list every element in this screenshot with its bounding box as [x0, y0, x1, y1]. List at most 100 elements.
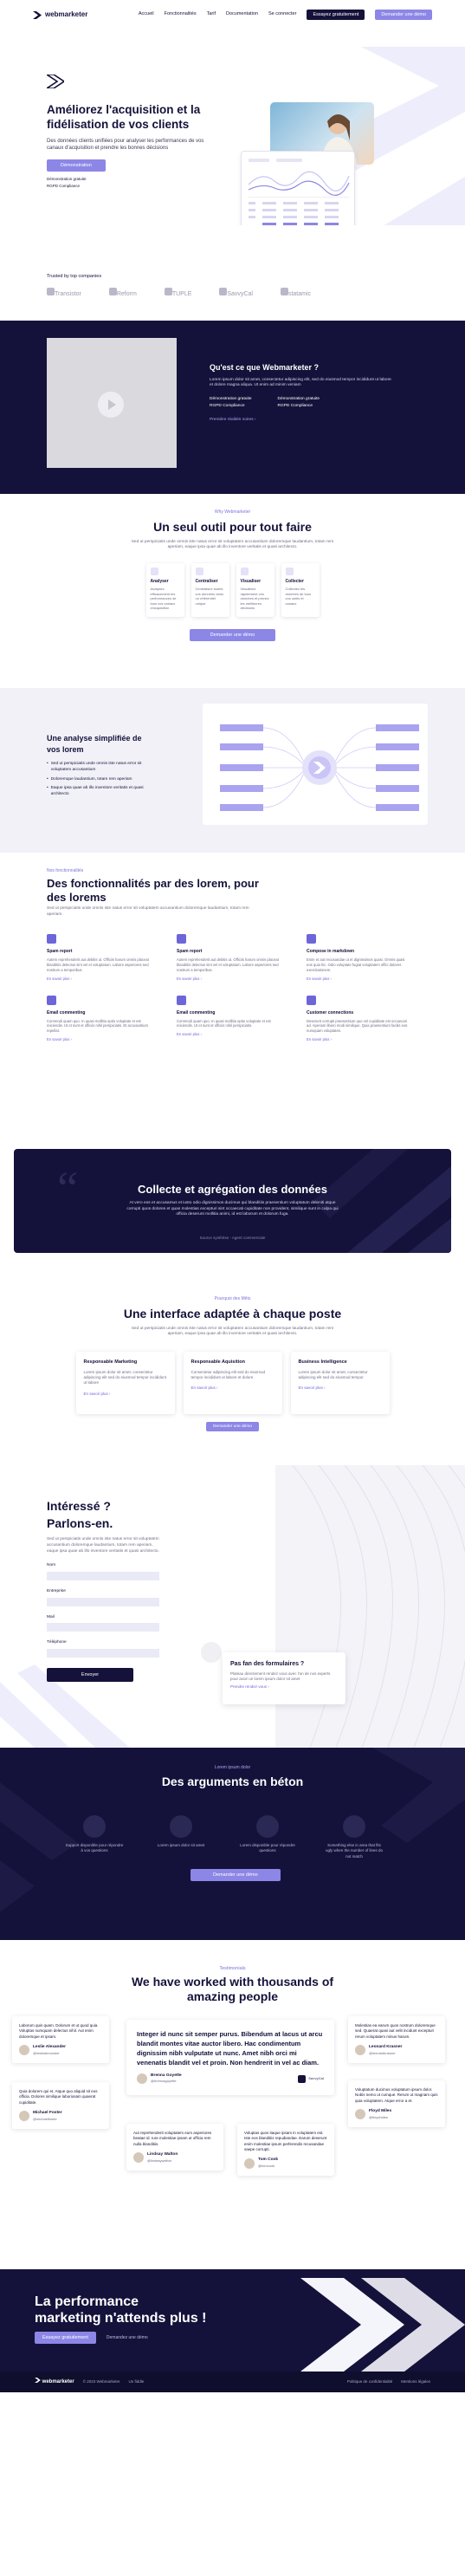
contact-section: Intéressé ? Parlons-en. Sed ut perspicia… [0, 1465, 465, 1748]
dashboard-preview [241, 151, 355, 225]
tool-title: Un seul outil pour tout faire [153, 520, 312, 534]
tool-demo-button[interactable]: Demander une démo [189, 629, 276, 641]
arguments-demo-button[interactable]: Demander une démo [191, 1869, 281, 1881]
phone-input[interactable] [47, 1649, 159, 1658]
avatar [137, 2073, 147, 2085]
testimonial-handle: @brennagoyette [151, 2079, 177, 2084]
name-input[interactable] [47, 1572, 159, 1580]
tool-card-title: Centraliser [195, 579, 218, 584]
testimonial-quote: Voluptas quos itaque ipsam in voluptatem… [244, 2131, 327, 2151]
email-input[interactable] [47, 1623, 159, 1632]
request-demo-button[interactable]: Demander une démo [375, 10, 432, 20]
feature-title: Email commenting [177, 1009, 216, 1015]
testimonial-name: Brenna Goyette [151, 2073, 182, 2078]
testimonial-quote: Aut reprehenderit voluptatem eum asperio… [133, 2131, 212, 2146]
nav-link-pricing[interactable]: Tarif [207, 11, 216, 18]
testimonial-handle: @leonardkrasner [369, 2050, 396, 2055]
footer-contact[interactable]: Un fiddle [128, 2379, 144, 2385]
testimonial-name: Leslie Alexander [33, 2044, 66, 2049]
brand-name: webmarketer [45, 10, 88, 19]
comment-icon [47, 995, 56, 1005]
testimonial-name: Tom Cook [258, 2157, 279, 2163]
company-logo-icon [280, 288, 288, 295]
dashboard-chart [248, 159, 350, 225]
interface-demo-button[interactable]: Demander une démo [205, 1422, 260, 1431]
final-try-button[interactable]: Essayez gratuitement [35, 2332, 96, 2344]
contact-form: Intéressé ? Parlons-en. Sed ut perspicia… [47, 1498, 159, 1683]
testimonial-quote: Molestias ea earum quos nostrum doloremq… [355, 2023, 436, 2039]
argument-item: Lorem disponible pour répondre questions [237, 1815, 298, 1859]
nav-link-home[interactable]: Accueil [139, 11, 154, 18]
nav-link-login[interactable]: Se connecter [268, 11, 296, 18]
what-link[interactable]: Première réalités noires › [210, 418, 391, 424]
testimonial-card: Laborum quis quam. Dolorum et ut quod qu… [12, 2016, 109, 2063]
footer-brand[interactable]: webmarketer [35, 2378, 74, 2385]
tool-card: Collecter Collectez les données de tous v… [281, 563, 320, 617]
play-icon[interactable] [98, 392, 124, 418]
feature-link[interactable]: En savoir plus › [177, 977, 281, 982]
testimonial-quote: Quia dolorem qui et. Atque quo aliquid s… [19, 2089, 98, 2105]
feature-item: Email commenting Commodi quam quo. In qua… [47, 995, 151, 1043]
feature-link[interactable]: En savoir plus › [307, 977, 410, 982]
spam-icon [177, 934, 186, 944]
feature-link[interactable]: En savoir plus › [307, 1037, 410, 1042]
role-card-title: Responsable Aquisition [191, 1359, 245, 1365]
trusted-logo: TUPLE [164, 288, 191, 299]
role-card-text: Lorem ipsum dolor sit amet, consectetur … [298, 1369, 368, 1379]
role-card-title: Responsable Marketing [83, 1359, 138, 1365]
role-card-link[interactable]: En savoir plus › [191, 1385, 274, 1391]
feature-link[interactable]: En savoir plus › [47, 977, 151, 982]
tool-section: Why Webmarketer Un seul outil pour tout … [0, 494, 465, 688]
company-logo-icon [164, 288, 172, 295]
testimonial-name: Floyd Miles [369, 2108, 392, 2113]
nav-link-features[interactable]: Fonctionnalités [165, 11, 197, 18]
testimonial-quote: Integer id nunc sit semper purus. Bibend… [137, 2030, 323, 2067]
decorative-waves [275, 1465, 465, 1748]
analysis-content: Une analyse simplifiée de vos lorem Sed … [47, 733, 151, 801]
role-card-link[interactable]: En savoir plus › [84, 1392, 167, 1397]
company-input[interactable] [47, 1597, 159, 1606]
role-card: Responsable Marketing Lorem ipsum dolor s… [75, 1352, 175, 1414]
brand-logo[interactable]: webmarketer [33, 10, 87, 19]
analysis-bullets: Sed ut perspiciatis unde omnis iste natu… [47, 762, 151, 798]
role-card: Responsable Aquisition Consectetur adipis… [183, 1352, 282, 1414]
feature-text: Autem reprehenderit aut debitis ut. Offi… [47, 957, 149, 972]
what-feature: RGPD Compliance [277, 403, 313, 408]
testimonial-quote: Voluptatum ducimus voluptatum ipsum dolo… [355, 2087, 438, 2103]
what-feature: RGPD Compliance [210, 403, 245, 408]
eye-icon [240, 568, 249, 575]
testimonial-handle: @lesliealexander [33, 2050, 60, 2055]
features-section: Nos fonctionnalités Des fonctionnalités … [0, 853, 465, 1149]
nav-link-docs[interactable]: Documentation [226, 11, 258, 18]
download-icon [285, 568, 294, 575]
main-menu: Accueil Fonctionnalités Tarif Documentat… [139, 10, 432, 20]
collect-source: Source synthèse - Agent commerciale [199, 1236, 266, 1240]
what-feature: Démonstration gratuite [277, 397, 320, 401]
try-free-button[interactable]: Essayez gratuitement [307, 10, 365, 20]
privacy-link[interactable]: Politique de confidentialité [347, 2379, 392, 2385]
booking-card: Pas fan des formulaires ? Plateau direct… [223, 1652, 346, 1704]
company-logo-icon [108, 288, 117, 295]
collect-section: “ Collecte et agrégation des données At … [0, 1149, 465, 1279]
role-cards: Responsable Marketing Lorem ipsum dolor s… [0, 1352, 465, 1414]
brand-mark-icon [44, 74, 66, 89]
final-title: La performance marketing n'attends plus … [35, 2294, 207, 2326]
what-text: Lorem ipsum dolor sit amet, consectetur … [210, 377, 391, 388]
feature-link[interactable]: En savoir plus › [177, 1032, 281, 1037]
tool-card-text: Collectez les données de tous vos outils… [285, 587, 312, 606]
submit-button[interactable]: Envoyer [47, 1668, 133, 1683]
final-demo-link[interactable]: Demandez une démo [107, 2335, 148, 2341]
feature-link[interactable]: En savoir plus › [47, 1037, 151, 1042]
tool-card: Visualiser Visualisez rapidement vos donn… [236, 563, 274, 617]
analysis-bullet: Doloremque laudantium, totam rem aperiam [47, 777, 151, 783]
demo-button[interactable]: Démonstration [47, 159, 106, 172]
analysis-bullet: Sed ut perspiciatis unde omnis iste natu… [47, 762, 151, 773]
role-card-link[interactable]: En savoir plus › [299, 1385, 382, 1391]
booking-text: Plateau directement rendez vous avec l'u… [230, 1671, 331, 1682]
trusted-logo: Reform [108, 288, 137, 299]
testimonial-quote: Laborum quis quam. Dolorum et ut quod qu… [19, 2023, 99, 2039]
hero-section: Améliorez l'acquisition et la fidélisati… [0, 29, 465, 225]
legal-link[interactable]: Mentions légales [401, 2379, 430, 2385]
company-brand: SavvyCal [298, 2074, 324, 2083]
booking-link[interactable]: Prendre rendez-vous › [230, 1684, 338, 1690]
